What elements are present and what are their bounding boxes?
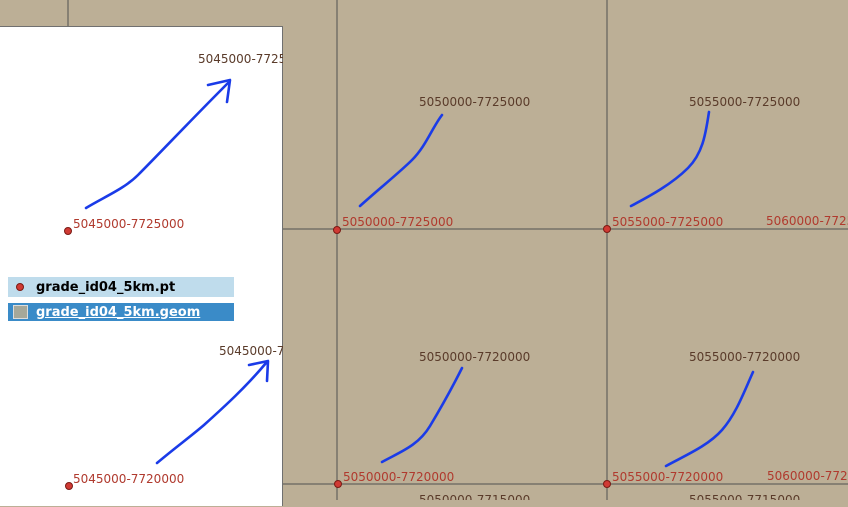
point-label: 5050000-7720000: [343, 470, 454, 484]
annotation-stroke: [380, 366, 464, 464]
grid-point[interactable]: [603, 225, 611, 233]
point-label: 5045000-7720000: [73, 472, 184, 486]
grid-point[interactable]: [64, 227, 72, 235]
annotation-stroke: [358, 113, 444, 208]
legend-layer-pt[interactable]: grade_id04_5km.pt: [8, 277, 234, 297]
annotation-arrow: [84, 81, 230, 210]
grid-point[interactable]: [334, 480, 342, 488]
polygon-symbol-icon: [13, 305, 28, 319]
point-label: 5060000-7720000: [767, 469, 848, 483]
legend-layer-geom[interactable]: grade_id04_5km.geom: [8, 303, 234, 321]
annotation-arrow: [155, 361, 268, 465]
map-canvas[interactable]: 5050000-7725000 5055000-7725000 5050000-…: [0, 0, 848, 506]
point-label: 5050000-7725000: [342, 215, 453, 229]
cell-label: 5045000-7720000: [219, 344, 283, 358]
point-label: 5055000-7725000: [612, 215, 723, 229]
grid-point[interactable]: [333, 226, 341, 234]
cell-label: 5055000-7715000: [689, 493, 800, 500]
cell-label: 5045000-7725000: [198, 52, 283, 66]
cell-label: 5050000-7720000: [419, 350, 530, 364]
cell-label: 5055000-7720000: [689, 350, 800, 364]
point-label: 5060000-7725000: [766, 214, 848, 228]
cell-label: 5055000-7725000: [689, 95, 800, 109]
point-label: 5045000-7725000: [73, 217, 184, 231]
legend-layer-label: grade_id04_5km.geom: [36, 304, 201, 320]
legend-layer-label: grade_id04_5km.pt: [36, 279, 176, 295]
cell-label: 5050000-7715000: [419, 493, 530, 500]
grid-point[interactable]: [65, 482, 73, 490]
cell-label: 5050000-7725000: [419, 95, 530, 109]
annotation-stroke: [629, 110, 711, 208]
point-symbol-icon: [16, 283, 24, 291]
annotation-stroke: [664, 370, 755, 468]
legend-panel: 5045000-7725000 5045000-7720000 5045000-…: [0, 26, 283, 506]
overview-layer: 5045000-7725000 5045000-7720000 5045000-…: [64, 52, 283, 490]
grid-point[interactable]: [603, 480, 611, 488]
point-label: 5055000-7720000: [612, 470, 723, 484]
